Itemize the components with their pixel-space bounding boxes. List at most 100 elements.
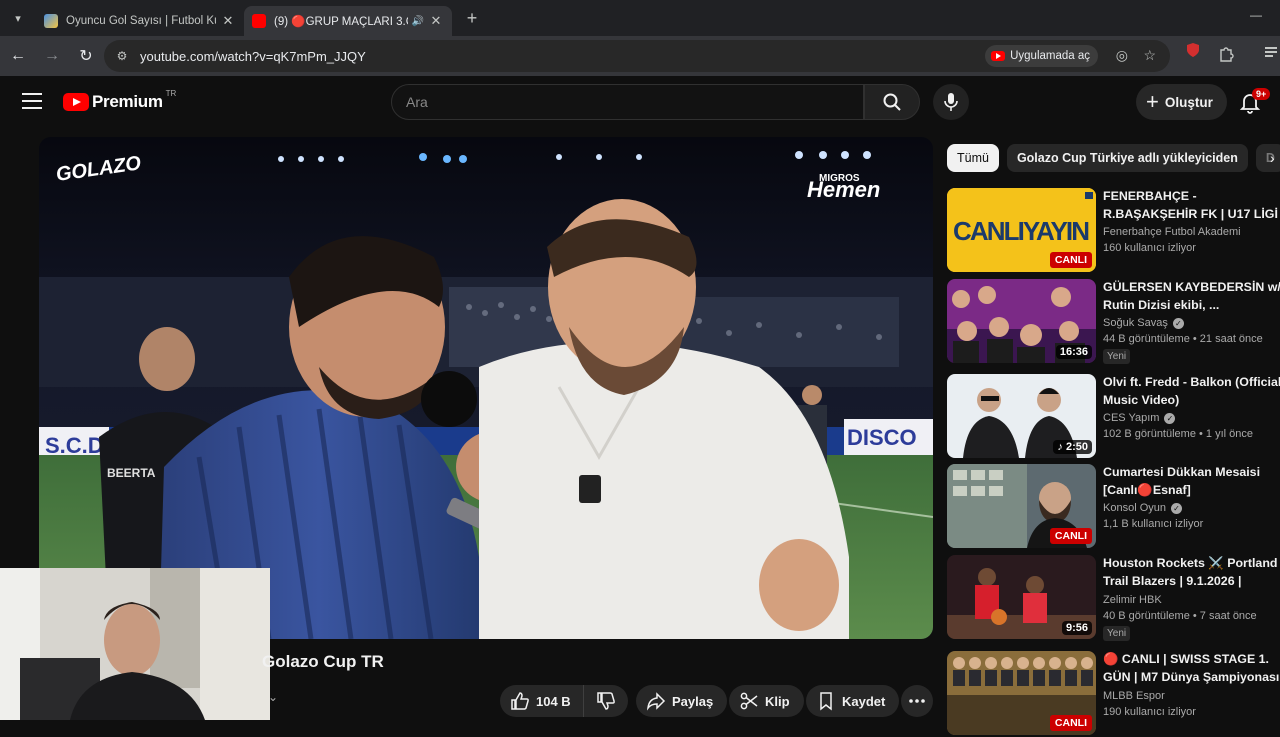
speaker-icon[interactable]: 🔊	[412, 16, 424, 27]
duration-badge: 9:56	[1061, 621, 1092, 635]
svg-text:BEERTA: BEERTA	[107, 466, 156, 480]
rec-item[interactable]: 9:56 Houston Rockets ⚔️ Portland Trail B…	[947, 555, 1280, 641]
omnibox[interactable]: ⚙ youtube.com/watch?v=qK7mPm_JJQY Uygula…	[104, 40, 1170, 72]
menu-hamburger-icon[interactable]	[22, 93, 42, 109]
search-icon	[883, 93, 901, 111]
url-text[interactable]: youtube.com/watch?v=qK7mPm_JJQY	[140, 49, 366, 64]
rec-thumbnail[interactable]: 16:36	[947, 279, 1096, 363]
youtube-premium-logo[interactable]: Premium TR	[63, 88, 177, 112]
browser-tab-1[interactable]: Oyuncu Gol Sayısı | Futbol Kulü ✕	[36, 6, 244, 36]
rec-title[interactable]: 🔴 CANLI | SWISS STAGE 1. GÜN | M7 Dünya …	[1103, 651, 1280, 687]
bookmark-icon	[820, 692, 832, 711]
rec-views: 44 B görüntüleme • 21 saat önce	[1103, 333, 1263, 345]
live-badge: CANLI	[1049, 528, 1092, 544]
open-in-app-label: Uygulamada aç	[1010, 50, 1090, 62]
youtube-app-icon	[991, 51, 1006, 61]
chip-next[interactable]: D	[1255, 144, 1280, 172]
address-toolbar: ← → ↻ ⚙ youtube.com/watch?v=qK7mPm_JJQY …	[0, 36, 1280, 76]
new-badge: Yeni	[1103, 349, 1131, 364]
tab-favicon-icon	[44, 14, 58, 28]
browser-tab-bar: ▾ Oyuncu Gol Sayısı | Futbol Kulü ✕ (9) …	[0, 0, 1280, 36]
voice-search-button[interactable]	[933, 84, 969, 120]
forward-arrow-icon[interactable]: →	[36, 40, 68, 72]
save-button[interactable]: Kaydet	[806, 685, 900, 717]
share-button[interactable]: Paylaş	[636, 685, 728, 717]
browser-tab-2[interactable]: (9) 🔴GRUP MAÇLARI 3.GÜ 🔊 ✕	[244, 6, 452, 36]
rec-title[interactable]: Houston Rockets ⚔️ Portland Trail Blazer…	[1103, 555, 1280, 591]
extensions-puzzle-icon[interactable]	[1218, 46, 1234, 66]
microphone-icon	[944, 93, 958, 111]
save-group: Kaydet	[806, 685, 900, 717]
video-title: Golazo Cup TR	[262, 652, 384, 671]
rec-title[interactable]: FENERBAHÇE - R.BAŞAKŞEHİR FK | U17 LİGİ	[1103, 188, 1280, 223]
search-box[interactable]	[391, 84, 864, 120]
site-settings-icon[interactable]: ⚙	[114, 48, 130, 64]
search-input[interactable]	[406, 94, 863, 110]
rec-channel[interactable]: Zelimir HBK	[1103, 594, 1280, 606]
eye-off-icon[interactable]: ◎	[1116, 47, 1128, 64]
like-button[interactable]: 104 B	[500, 685, 584, 717]
rec-channel[interactable]: CES Yapım	[1103, 412, 1159, 424]
reload-icon[interactable]: ↻	[70, 40, 102, 72]
extension-shield-icon[interactable]	[1186, 42, 1200, 62]
rec-title[interactable]: GÜLERSEN KAYBEDERSİN w/ Rutin Dizisi eki…	[1103, 279, 1280, 314]
like-count: 104 B	[536, 693, 571, 709]
rec-thumbnail[interactable]: ♪ 2:50	[947, 374, 1096, 458]
side-panel-icon[interactable]	[1264, 44, 1278, 64]
youtube-favicon-icon	[252, 14, 266, 28]
rec-item[interactable]: 16:36 GÜLERSEN KAYBEDERSİN w/ Rutin Dizi…	[947, 279, 1280, 365]
verified-check-icon: ✓	[1164, 412, 1176, 424]
rec-title[interactable]: Cumartesi Dükkan Mesaisi [Canlı🔴Esnaf]	[1103, 464, 1280, 499]
new-tab-plus-icon[interactable]: +	[458, 8, 486, 29]
thumbs-up-icon	[511, 692, 529, 710]
open-in-app-button[interactable]: Uygulamada aç	[985, 45, 1098, 67]
thumb-live-text: CANLIYAYIN	[953, 216, 1090, 246]
board-left-text: S.C.D	[45, 433, 104, 458]
search-button[interactable]	[864, 84, 920, 120]
tab-search-chevron-icon[interactable]: ▾	[0, 0, 36, 36]
verified-check-icon: ✓	[1170, 502, 1182, 514]
like-dislike-group: 104 B	[500, 685, 628, 717]
rec-channel[interactable]: Konsol Oyun	[1103, 502, 1166, 514]
tab-close-icon[interactable]: ✕	[220, 13, 236, 29]
youtube-header: Premium TR + Oluştur 9+	[0, 76, 1280, 128]
chevron-right-icon[interactable]: ›	[1270, 150, 1275, 166]
rec-channel[interactable]: Soğuk Savaş	[1103, 317, 1168, 329]
notification-count-badge: 9+	[1252, 88, 1271, 100]
more-actions-button[interactable]	[901, 685, 933, 717]
more-dots-icon	[909, 699, 925, 703]
create-button[interactable]: + Oluştur	[1136, 84, 1227, 120]
rec-channel[interactable]: Fenerbahçe Futbol Akademi	[1103, 226, 1280, 238]
save-label: Kaydet	[842, 693, 886, 709]
rec-views: 40 B görüntüleme • 7 saat önce	[1103, 610, 1257, 622]
rec-item[interactable]: ♪ 2:50 Olvi ft. Fredd - Balkon (Official…	[947, 374, 1280, 460]
scissors-icon	[740, 692, 758, 710]
rec-thumbnail[interactable]: 9:56	[947, 555, 1096, 639]
rec-views: 1,1 B kullanıcı izliyor	[1103, 518, 1204, 530]
window-minimize-icon[interactable]: —	[1250, 8, 1262, 22]
rec-channel[interactable]: MLBB Espor	[1103, 690, 1280, 702]
bookmark-star-icon[interactable]: ☆	[1143, 47, 1156, 64]
rec-thumbnail[interactable]: CANLI	[947, 651, 1096, 735]
country-code: TR	[165, 88, 177, 98]
dislike-button[interactable]	[583, 685, 628, 717]
rec-item[interactable]: CANLI 🔴 CANLI | SWISS STAGE 1. GÜN | M7 …	[947, 651, 1280, 737]
rec-item[interactable]: CANLIYAYIN CANLI FENERBAHÇE - R.BAŞAKŞEH…	[947, 188, 1280, 274]
clip-button[interactable]: Klip	[729, 685, 804, 717]
tab-close-icon[interactable]: ✕	[428, 13, 444, 29]
chip-all[interactable]: Tümü	[947, 144, 999, 172]
rec-item[interactable]: CANLI Cumartesi Dükkan Mesaisi [Canlı🔴Es…	[947, 464, 1280, 550]
back-arrow-icon[interactable]: ←	[2, 40, 34, 72]
chip-from-uploader[interactable]: Golazo Cup Türkiye adlı yükleyiciden	[1006, 144, 1248, 172]
video-frame: S.C.D DISCO BEERTA GOLAZO MIGROS Hemen	[39, 137, 933, 639]
tab-title: (9) 🔴GRUP MAÇLARI 3.GÜ	[274, 16, 408, 28]
board-right-text: DISCO	[847, 425, 917, 450]
chevron-down-icon[interactable]: ⌄	[268, 690, 278, 704]
rec-thumbnail[interactable]: CANLIYAYIN CANLI	[947, 188, 1096, 272]
verified-check-icon: ✓	[1172, 317, 1184, 329]
rec-views: 160 kullanıcı izliyor	[1103, 242, 1196, 254]
rec-title[interactable]: Olvi ft. Fredd - Balkon (Official Music …	[1103, 374, 1280, 409]
rec-thumbnail[interactable]: CANLI	[947, 464, 1096, 548]
video-player[interactable]: S.C.D DISCO BEERTA GOLAZO MIGROS Hemen	[39, 137, 933, 639]
live-badge: CANLI	[1049, 715, 1092, 731]
